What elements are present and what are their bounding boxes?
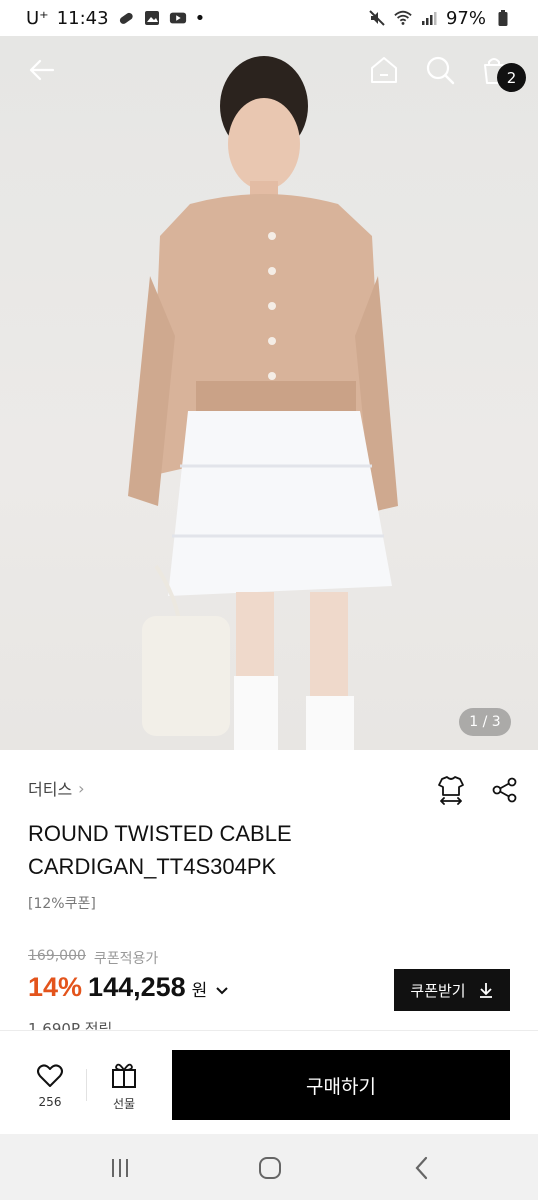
home-button[interactable]: [364, 50, 404, 90]
download-icon: [479, 983, 492, 998]
youtube-icon: [169, 9, 187, 27]
wifi-icon: [394, 9, 412, 27]
home-icon: [371, 57, 397, 83]
gift-label: 선물: [112, 1097, 136, 1111]
divider: [86, 1069, 87, 1101]
brand-name: 더티스: [28, 780, 73, 799]
chevron-right-icon: ›: [78, 778, 85, 798]
product-photo: [128, 56, 398, 750]
search-button[interactable]: [420, 50, 460, 90]
bottom-action-bar: 256 선물 구매하기: [0, 1030, 538, 1134]
battery-percent: 97%: [445, 7, 486, 29]
discount-rate: 14%: [28, 972, 83, 1002]
gallery-icon: [143, 9, 161, 27]
buy-button[interactable]: 구매하기: [172, 1050, 510, 1120]
recent-apps-icon: [112, 1159, 128, 1177]
product-title-line1: ROUND TWISTED CABLE: [28, 821, 292, 846]
pill-icon: [117, 9, 135, 27]
price-row[interactable]: 14% 144,258 원: [28, 972, 229, 1003]
coupon-applied-label: 쿠폰적용가: [93, 951, 159, 967]
get-coupon-button[interactable]: 쿠폰받기: [394, 969, 510, 1011]
carrier-label: U⁺: [26, 7, 49, 29]
heart-icon: [37, 1064, 63, 1087]
like-count: 256: [38, 1095, 62, 1109]
system-nav-bar: [0, 1134, 538, 1200]
brand-link[interactable]: 더티스 ›: [28, 776, 85, 800]
mute-icon: [368, 9, 386, 27]
product-image-carousel[interactable]: 1 / 3: [0, 36, 538, 750]
back-arrow-icon: [29, 59, 55, 81]
size-guide-button[interactable]: [436, 774, 466, 806]
back-button[interactable]: [22, 50, 62, 90]
cart-count-badge: 2: [497, 63, 526, 92]
share-icon: [492, 777, 517, 803]
home-nav-icon: [259, 1157, 281, 1179]
notification-dot: •: [194, 7, 206, 29]
battery-icon: [494, 9, 512, 27]
gift-icon: [112, 1063, 136, 1088]
recent-apps-button[interactable]: [100, 1152, 140, 1184]
back-nav-button[interactable]: [402, 1152, 442, 1184]
original-price: 169,000: [28, 948, 86, 964]
sale-price: 144,258: [88, 972, 186, 1002]
clock: 11:43: [56, 7, 109, 29]
status-bar: U⁺ 11:43 • 97%: [0, 0, 538, 36]
signal-icon: [420, 9, 438, 27]
get-coupon-label: 쿠폰받기: [410, 982, 466, 1000]
home-nav-button[interactable]: [250, 1152, 290, 1184]
back-nav-icon: [415, 1156, 428, 1180]
product-title-line2: CARDIGAN_TT4S304PK: [28, 854, 277, 879]
share-button[interactable]: [490, 774, 520, 806]
size-guide-icon: [438, 776, 464, 805]
coupon-tag: [12%쿠폰]: [28, 896, 96, 912]
image-pager: 1 / 3: [459, 708, 511, 736]
product-title: ROUND TWISTED CABLE CARDIGAN_TT4S304PK: [28, 817, 508, 883]
currency-unit: 원: [191, 981, 208, 1001]
gift-button[interactable]: 선물: [104, 1061, 144, 1112]
search-icon: [426, 56, 455, 85]
like-button[interactable]: 256: [28, 1063, 72, 1109]
chevron-down-icon: [216, 987, 229, 995]
